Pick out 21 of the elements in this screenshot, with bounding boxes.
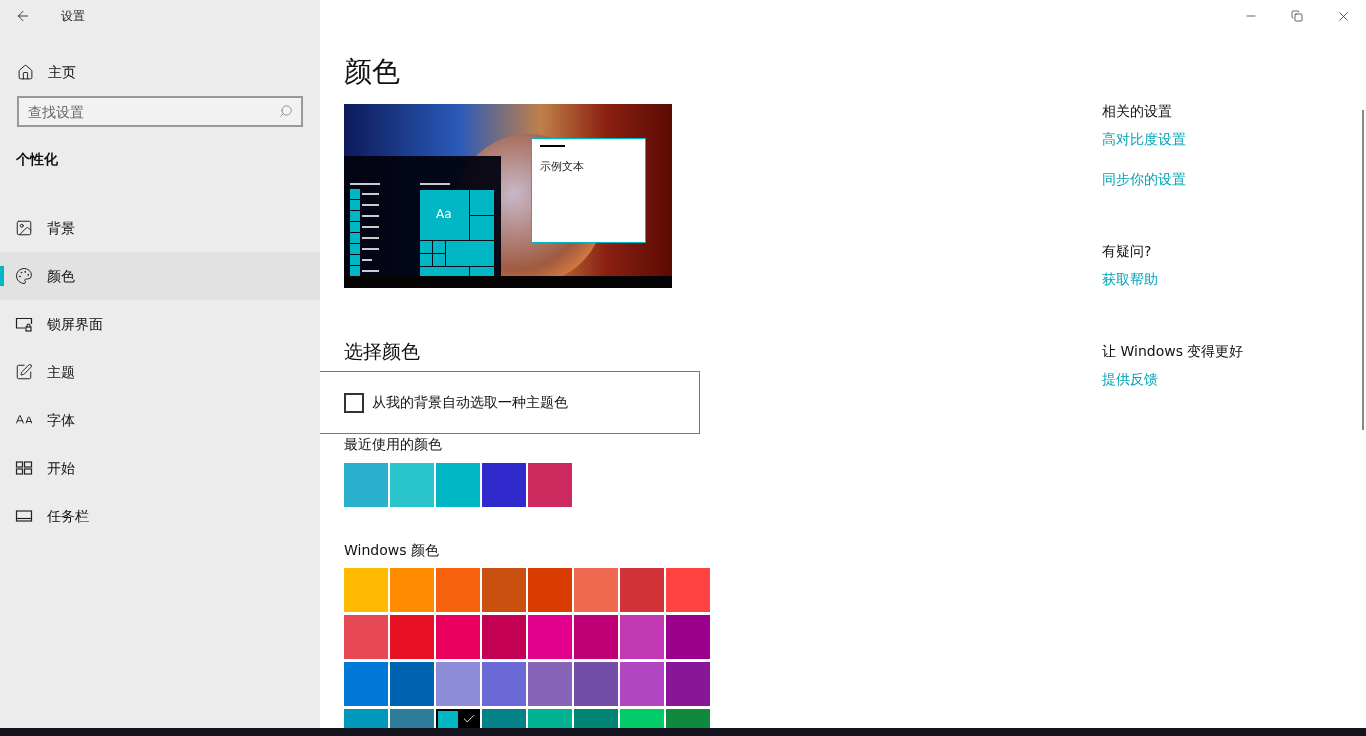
window-title: 设置 (61, 8, 85, 25)
auto-color-checkbox[interactable]: 从我的背景自动选取一种主题色 (344, 392, 568, 413)
aside-heading: 相关的设置 (1102, 102, 1173, 121)
nav-item[interactable]: 开始 (0, 444, 320, 492)
nav-item[interactable]: 颜色 (0, 252, 320, 300)
nav-item[interactable]: 背景 (0, 204, 320, 252)
page-title: 颜色 (344, 54, 401, 90)
nav-item[interactable]: 主题 (0, 348, 320, 396)
aside-heading: 有疑问? (1102, 242, 1153, 261)
search-field[interactable]: 查找设置 (17, 96, 303, 127)
windows-colors-label: Windows 颜色 (344, 541, 440, 560)
recent-colors-label: 最近使用的颜色 (344, 435, 443, 454)
aside-heading: 让 Windows 变得更好 (1102, 342, 1245, 361)
sample-text: 示例文本 (540, 159, 585, 175)
nav-item[interactable]: 任务栏 (0, 492, 320, 540)
nav-item[interactable]: 锁屏界面 (0, 300, 320, 348)
section-heading: 选择颜色 (344, 339, 421, 364)
tile-label: Aa (436, 206, 452, 222)
section-heading: 个性化 (16, 150, 59, 169)
nav-item[interactable]: 字体 (0, 396, 320, 444)
home-nav-item[interactable]: 主页 (0, 56, 320, 88)
